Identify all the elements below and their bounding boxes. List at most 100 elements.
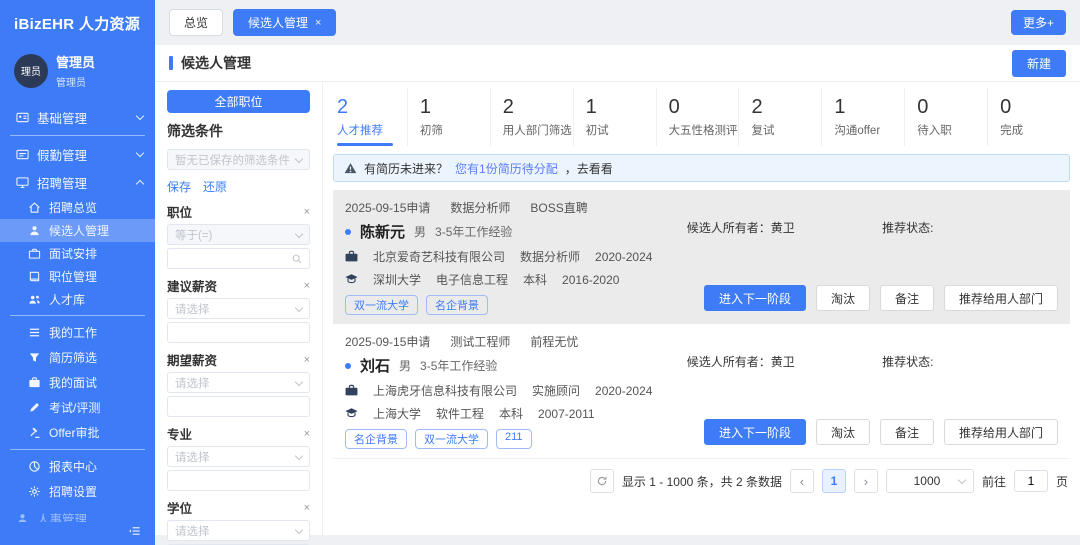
users-icon — [28, 293, 41, 306]
sidebar-item-attendance-management[interactable]: 假勤管理 — [0, 140, 155, 168]
stage-initial-screening[interactable]: 1初筛 — [407, 88, 490, 146]
degree-select[interactable]: 请选择 — [167, 520, 310, 541]
top-tab-bar: 总览 候选人管理 × 更多+ — [155, 0, 1080, 45]
remove-filter-icon[interactable]: × — [304, 280, 310, 292]
sidebar-collapse-button[interactable] — [0, 522, 155, 545]
sidebar-item-recruit-settings[interactable]: 招聘设置 — [0, 479, 155, 504]
remove-filter-icon[interactable]: × — [304, 206, 310, 218]
gear-icon — [28, 485, 41, 498]
degree: 本科 — [499, 405, 523, 422]
remove-filter-icon[interactable]: × — [304, 354, 310, 366]
goto-page-input[interactable] — [1014, 470, 1048, 492]
stage-count: 0 — [669, 96, 739, 119]
filter-heading: 筛选条件 — [167, 121, 310, 141]
stage-label: 用人部门筛选 — [503, 122, 573, 138]
search-icon — [290, 252, 303, 265]
sidebar-item-my-interviews[interactable]: 我的面试 — [0, 370, 155, 395]
sidebar-item-report-center[interactable]: 报表中心 — [0, 454, 155, 479]
refresh-button[interactable] — [590, 469, 614, 493]
close-icon[interactable]: × — [315, 17, 321, 29]
candidate-card[interactable]: 2025-09-15申请 数据分析师 BOSS直聘 陈新元 男 3-5年工作经验… — [333, 190, 1070, 324]
company: 北京爱奇艺科技有限公司 — [373, 248, 505, 265]
tab-candidate-management[interactable]: 候选人管理 × — [233, 9, 336, 36]
sidebar-item-label: 报表中心 — [49, 458, 143, 475]
suggested-salary-select[interactable]: 请选择 — [167, 298, 310, 319]
alert-link[interactable]: 您有1份简历待分配 — [455, 160, 558, 177]
stage-first-interview[interactable]: 1初试 — [573, 88, 656, 146]
more-button[interactable]: 更多+ — [1011, 10, 1066, 35]
stage-count: 1 — [834, 96, 904, 119]
stage-big5-assessment[interactable]: 0 大五性格测评 — [656, 88, 739, 146]
note-button[interactable]: 备注 — [880, 285, 934, 311]
sidebar-item-position-management[interactable]: 职位管理 — [0, 265, 155, 288]
next-stage-button[interactable]: 进入下一阶段 — [704, 419, 806, 445]
sidebar-item-exam-assessment[interactable]: 考试/评测 — [0, 395, 155, 420]
user-profile[interactable]: 理员 管理员 管理员 — [0, 40, 155, 97]
sidebar-item-basic-management[interactable]: 基础管理 — [0, 103, 155, 131]
candidate-card[interactable]: 2025-09-15申请 测试工程师 前程无忧 刘石 男 3-5年工作经验 上海… — [333, 324, 1070, 459]
sidebar-item-label: 人事管理 — [37, 509, 143, 523]
save-filter-link[interactable]: 保存 — [167, 178, 191, 195]
recommend-to-department-button[interactable]: 推荐给用人部门 — [944, 285, 1058, 311]
sidebar-item-interview-schedule[interactable]: 面试安排 — [0, 242, 155, 265]
prev-page-button[interactable]: ‹ — [790, 469, 814, 493]
chevron-down-icon — [295, 229, 303, 237]
sidebar-item-hr-management[interactable]: 人事管理 — [0, 504, 155, 522]
next-page-button[interactable]: › — [854, 469, 878, 493]
major: 电子信息工程 — [436, 271, 508, 288]
briefcase-icon — [345, 250, 358, 263]
pagination: 显示 1 - 1000 条，共 2 条数据 ‹ 1 › 1000 前往 页 — [333, 459, 1070, 503]
new-button[interactable]: 新建 — [1012, 50, 1066, 77]
sidebar-item-label: 人才库 — [49, 291, 143, 308]
person-icon — [16, 512, 29, 523]
remove-filter-icon[interactable]: × — [304, 502, 310, 514]
remove-filter-icon[interactable]: × — [304, 428, 310, 440]
sidebar-item-recruit-management[interactable]: 招聘管理 — [0, 168, 155, 196]
sidebar-item-my-work[interactable]: 我的工作 — [0, 320, 155, 345]
expected-salary-field[interactable] — [167, 396, 310, 417]
stage-offer-communication[interactable]: 1沟通offer — [821, 88, 904, 146]
expected-salary-input[interactable] — [174, 401, 303, 413]
reset-filter-link[interactable]: 还原 — [203, 178, 227, 195]
sidebar-item-offer-approval[interactable]: Offer审批 — [0, 420, 155, 445]
page-size-select[interactable]: 1000 — [886, 469, 974, 493]
sidebar-item-recruit-overview[interactable]: 招聘总览 — [0, 196, 155, 219]
degree: 本科 — [523, 271, 547, 288]
sidebar-item-talent-pool[interactable]: 人才库 — [0, 288, 155, 311]
sidebar-item-resume-screening[interactable]: 简历筛选 — [0, 345, 155, 370]
suggested-salary-field[interactable] — [167, 322, 310, 343]
stage-label: 大五性格测评 — [669, 122, 739, 138]
stage-department-screening[interactable]: 2用人部门筛选 — [490, 88, 573, 146]
major-input[interactable] — [174, 475, 303, 487]
eliminate-button[interactable]: 淘汰 — [816, 419, 870, 445]
title-accent-bar — [169, 56, 173, 70]
stage-talent-recommend[interactable]: 2人才推荐 — [333, 88, 407, 146]
status-dot — [345, 229, 351, 235]
position-operator-select[interactable]: 等于(=) — [167, 224, 310, 245]
current-page-button[interactable]: 1 — [822, 469, 846, 493]
stage-completed[interactable]: 0完成 — [987, 88, 1070, 146]
sidebar-item-candidate-management[interactable]: 候选人管理 — [0, 219, 155, 242]
next-stage-button[interactable]: 进入下一阶段 — [704, 285, 806, 311]
suggested-salary-input[interactable] — [174, 327, 303, 339]
candidate-content: 2人才推荐 1初筛 2用人部门筛选 1初试 0 大五性格测评 2复试 1沟通off… — [323, 82, 1080, 535]
stage-second-interview[interactable]: 2复试 — [738, 88, 821, 146]
major-select[interactable]: 请选择 — [167, 446, 310, 467]
saved-filters-select[interactable]: 暂无已保存的筛选条件 — [167, 149, 310, 170]
position-search-input[interactable] — [174, 253, 290, 265]
position-search-field[interactable] — [167, 248, 310, 269]
recommend-to-department-button[interactable]: 推荐给用人部门 — [944, 419, 1058, 445]
expected-salary-select[interactable]: 请选择 — [167, 372, 310, 393]
tab-label: 候选人管理 — [248, 14, 308, 31]
eliminate-button[interactable]: 淘汰 — [816, 285, 870, 311]
tab-overview[interactable]: 总览 — [169, 9, 223, 36]
alert-text: 有简历未进来？ — [364, 160, 448, 177]
chevron-down-icon — [295, 377, 303, 385]
stage-pending-onboard[interactable]: 0待入职 — [904, 88, 987, 146]
major-field[interactable] — [167, 470, 310, 491]
note-button[interactable]: 备注 — [880, 419, 934, 445]
candidate-name[interactable]: 陈新元 — [360, 221, 405, 242]
all-positions-button[interactable]: 全部职位 — [167, 90, 310, 113]
candidate-tag: 双一流大学 — [415, 429, 488, 449]
candidate-name[interactable]: 刘石 — [360, 355, 390, 376]
